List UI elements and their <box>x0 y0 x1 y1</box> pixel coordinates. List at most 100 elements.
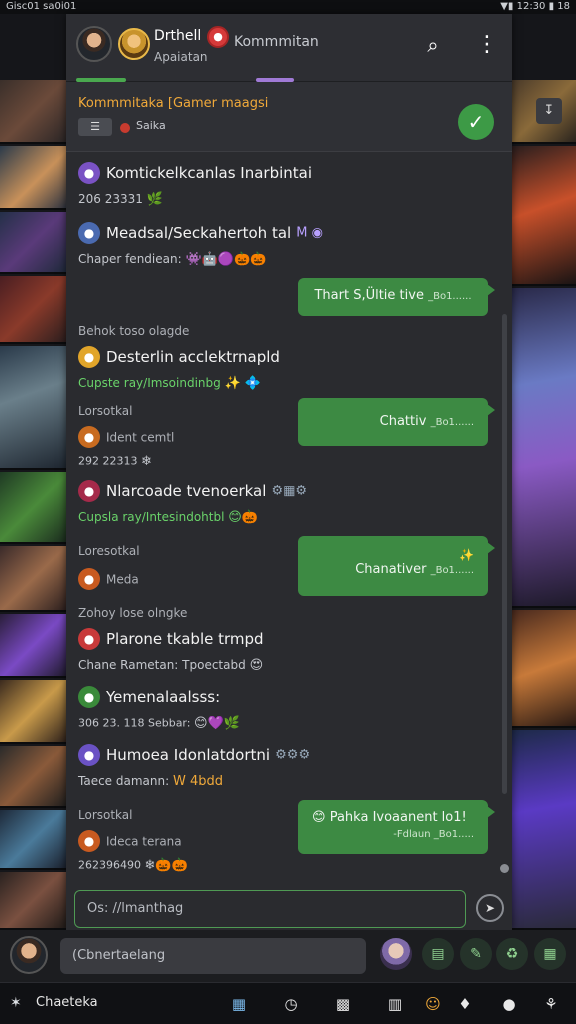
message-item[interactable]: Lorsotkal ● Ideca terana 262396490 ❄🎃🎃 <box>78 808 188 873</box>
message-item[interactable]: ● Komtickelkcanlas Inarbintai 206 23331 🌿 <box>78 162 312 207</box>
download-icon[interactable]: ↧ <box>536 98 562 124</box>
bubble-meta: _Bo1...... <box>430 417 474 428</box>
nav-apps-icon[interactable]: ▦ <box>228 993 250 1015</box>
message-sub: Chane Rametan: Tpoectabd 😍 <box>78 658 264 673</box>
message-item[interactable]: ● Nlarcoade tvenoerkal ⚙▦⚙ Cupsla ray/Int… <box>78 480 307 525</box>
message-label: Loresotkal <box>78 544 140 558</box>
art-tile <box>0 80 68 144</box>
send-icon[interactable]: ➤ <box>476 894 504 922</box>
art-tile <box>0 276 68 344</box>
message-sub-text: 262396490 <box>78 858 141 872</box>
art-tile <box>0 746 68 808</box>
art-tile <box>0 872 68 930</box>
user-icon: ● <box>78 426 100 448</box>
message-item[interactable]: ● Meadsal/Seckahertoh tal M ◉ Chaper fend… <box>78 222 323 267</box>
message-sub: 292 22313 ❄ <box>78 454 174 469</box>
bubble-meta: _Bo1...... <box>428 291 472 302</box>
emoji-icon: 😊🎃 <box>228 510 259 525</box>
nav-doc-icon[interactable]: ▥ <box>384 993 406 1015</box>
emoji-icon: W 4bdd <box>172 774 223 789</box>
nav-gallery-icon[interactable]: ▩ <box>332 993 354 1015</box>
menu-icon[interactable]: ☰ <box>78 118 112 136</box>
message-item[interactable]: Behok toso olagde ● Desterlin acclektrnap… <box>78 324 280 391</box>
chat-avatar-secondary[interactable] <box>118 28 150 60</box>
message-sub: Chaper fendiean: 👾🤖🟣🎃🎃 <box>78 252 323 267</box>
art-tile <box>512 730 576 930</box>
art-tile <box>0 146 68 210</box>
recycle-icon[interactable]: ♻ <box>496 938 528 970</box>
art-tile <box>0 546 68 612</box>
app-name: Chaeteka <box>36 995 98 1010</box>
art-tile <box>0 614 68 678</box>
user-icon: ● <box>78 830 100 852</box>
message-name: Meda <box>106 572 139 587</box>
pinned-title: Kommmitaka [Gamer maagsi <box>78 96 269 111</box>
art-tile: ↧ <box>512 80 576 144</box>
bottom-bar: (Cbnertaelang ▤ ✎ ♻ ▦ <box>0 930 576 982</box>
nav-clock-icon[interactable]: ◷ <box>280 993 302 1015</box>
scrollbar[interactable] <box>502 314 507 794</box>
message-item[interactable]: ● Humoea Idonlatdortni ⚙⚙⚙ Taece damann: … <box>78 744 310 789</box>
message-item[interactable]: Lorsotkal ● Ident cemtl 292 22313 ❄ <box>78 404 174 469</box>
right-art-column: ↧ <box>512 14 576 930</box>
chat-name: Drthell <box>154 28 202 44</box>
bubble-text: Thart S,Ültie tive <box>314 288 424 303</box>
message-sub: Cupsla ray/Intesindohtbl 😊🎃 <box>78 510 307 525</box>
pinned-message[interactable]: Kommmitaka [Gamer maagsi ☰ Saika ✓ <box>66 82 512 152</box>
nav-emoji-icon[interactable]: ☺ <box>422 993 444 1015</box>
message-item[interactable]: ● Yemenalaalsss: 306 23. 118 Sebbar: 😊💜🌿 <box>78 686 240 731</box>
message-sub-text: Chaper fendiean: <box>78 252 182 266</box>
art-tile <box>512 146 576 286</box>
scroll-handle[interactable] <box>500 864 509 873</box>
friend-avatar[interactable] <box>380 938 412 970</box>
gallery-icon[interactable]: ▤ <box>422 938 454 970</box>
outgoing-bubble[interactable]: 😊 Pahka Ivoaanent lo1! -Fdlaun _Bo1..... <box>298 800 495 854</box>
message-name: Plarone tkable trmpd <box>106 630 264 648</box>
message-sub: 306 23. 118 Sebbar: 😊💜🌿 <box>78 716 240 731</box>
bubble-meta: _Bo1...... <box>430 565 474 576</box>
badge-icon: ⚙⚙⚙ <box>275 747 311 763</box>
nav-people-icon[interactable]: ⚘ <box>540 993 562 1015</box>
outgoing-bubble[interactable]: Thart S,Ültie tive _Bo1...... <box>298 278 495 316</box>
message-name: Ident cemtl <box>106 430 175 445</box>
edit-icon[interactable]: ✎ <box>460 938 492 970</box>
art-tile <box>0 346 68 470</box>
nav-mic-icon[interactable]: ♦ <box>454 993 476 1015</box>
pinned-meta: Saika <box>136 119 166 132</box>
message-name: Nlarcoade tvenoerkal <box>106 482 267 500</box>
check-icon[interactable]: ✓ <box>458 104 494 140</box>
message-name: Ideca terana <box>106 834 182 849</box>
art-tile <box>0 472 68 544</box>
status-bar: Gisc01 sa0i01 ▼▮ 12:30 ▮ 18 <box>0 0 576 14</box>
message-input[interactable]: Os: //lmanthag <box>74 890 466 928</box>
outgoing-bubble[interactable]: Chattiv _Bo1...... <box>298 398 495 446</box>
emoji-icon: ✨ 💠 <box>224 376 262 391</box>
message-sub-text: Cupste ray/Imsoindinbg <box>78 376 221 390</box>
search-icon[interactable]: ⌕ <box>420 32 446 58</box>
emoji-icon: 😊💜🌿 <box>193 716 240 731</box>
message-item[interactable]: Loresotkal ● Meda <box>78 544 140 590</box>
chat-avatar[interactable] <box>76 26 112 62</box>
global-input[interactable]: (Cbnertaelang <box>60 938 366 974</box>
grid-icon[interactable]: ▦ <box>534 938 566 970</box>
emoji-icon: ❄🎃🎃 <box>144 858 188 873</box>
art-tile <box>512 610 576 728</box>
message-sub: Cupste ray/Imsoindinbg ✨ 💠 <box>78 376 280 391</box>
message-sub-text: Chane Rametan: Tpoectabd <box>78 658 246 672</box>
more-icon[interactable]: ⋮ <box>476 32 498 58</box>
status-dot <box>120 123 130 133</box>
emoji-icon: 🌿 <box>146 192 163 207</box>
emoji-icon: ❄ <box>141 454 152 469</box>
nav-chat-icon[interactable]: ● <box>498 993 520 1015</box>
message-label: Zohoy lose olngke <box>78 606 188 620</box>
status-right: ▼▮ 12:30 ▮ 18 <box>500 1 570 12</box>
user-avatar[interactable] <box>10 936 48 974</box>
art-tile <box>0 212 68 274</box>
status-left: Gisc01 sa0i01 <box>6 1 77 12</box>
nav-bar: ✶ Chaeteka ▦ ◷ ▩ ▥ ☺ ♦ ● ⚘ <box>0 982 576 1024</box>
message-name: Desterlin acclektrnapld <box>106 348 280 366</box>
app-logo-icon: ✶ <box>10 995 22 1011</box>
message-label: Lorsotkal <box>78 404 133 418</box>
outgoing-bubble[interactable]: ✨ Chanativer _Bo1...... <box>298 536 495 596</box>
message-item[interactable]: Zohoy lose olngke ● Plarone tkable trmpd … <box>78 606 264 673</box>
